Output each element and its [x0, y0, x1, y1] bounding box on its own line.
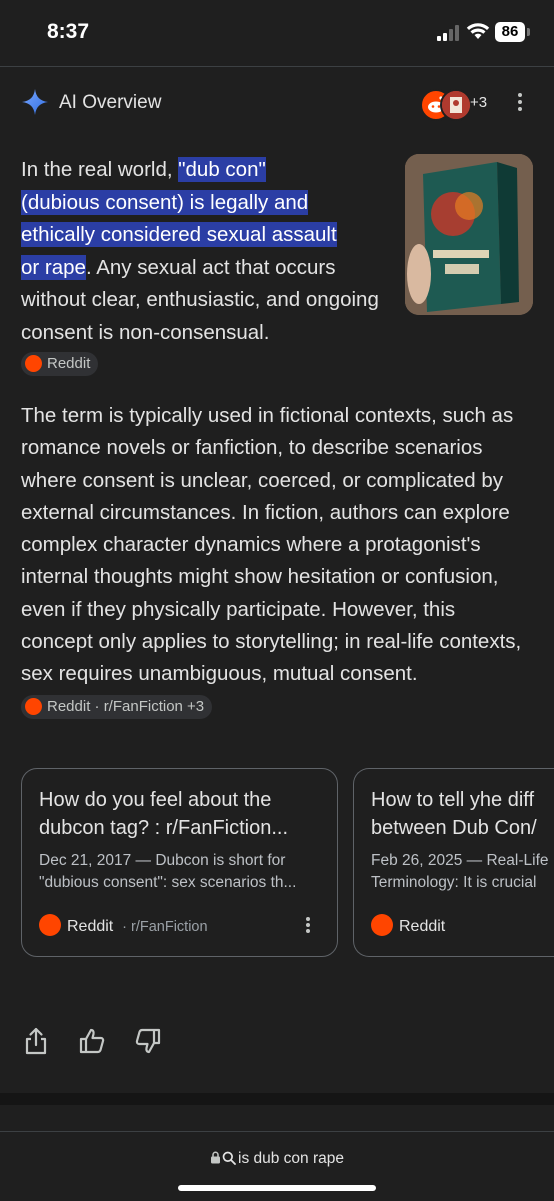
card-source: Reddit — [371, 914, 445, 936]
book-cover-image[interactable] — [405, 154, 533, 315]
card-title-line: between Dub Con/ — [371, 817, 537, 839]
card-more-options-icon[interactable] — [304, 915, 312, 937]
battery-tip — [527, 28, 530, 36]
reddit-icon — [39, 914, 61, 936]
reddit-icon — [25, 355, 42, 372]
source-card[interactable]: How to tell yhe diff between Dub Con/ Fe… — [353, 768, 554, 957]
card-source-name: Reddit — [399, 918, 446, 935]
address-bar-text[interactable]: is dub con rape — [0, 1150, 554, 1168]
reddit-icon — [25, 698, 42, 716]
overview-paragraph-2: The term is typically used in fictional … — [21, 400, 531, 723]
lock-icon — [211, 1151, 220, 1164]
reddit-icon — [371, 914, 393, 936]
highlight-text-1: "dub con" — [178, 157, 266, 182]
card-title: How do you feel about the dubcon tag? : … — [39, 786, 288, 842]
status-time: 8:37 — [47, 20, 90, 43]
overview-paragraph-1: In the real world, "dub con" (dubious con… — [21, 154, 391, 349]
card-source-name: Reddit — [67, 918, 114, 935]
more-sources-count[interactable]: +3 — [470, 94, 487, 111]
card-title-line: dubcon tag? : r/FanFiction... — [39, 817, 289, 839]
chip-label: Reddit · r/FanFiction +3 — [47, 698, 205, 716]
more-options-icon[interactable] — [512, 90, 528, 116]
highlight-text-4: or rape — [21, 254, 86, 280]
book-thumbnail-icon — [442, 91, 470, 119]
card-snippet-line: "dubious consent": sex scenarios th... — [39, 874, 297, 891]
browser-address-bar[interactable]: is dub con rape — [0, 1131, 554, 1201]
card-snippet-line: Terminology: It is crucial — [371, 874, 537, 891]
source-chip-reddit[interactable]: Reddit — [21, 352, 99, 376]
gemini-sparkle-icon — [22, 89, 48, 115]
card-source: Reddit · r/FanFiction — [39, 914, 208, 936]
battery-icon: 86 — [495, 22, 525, 42]
highlight-text-2: (dubious consent) is legally and — [21, 189, 309, 215]
section-divider — [0, 1093, 554, 1105]
wifi-icon — [466, 23, 490, 39]
card-title-line: How to tell yhe diff — [371, 789, 535, 811]
home-indicator[interactable] — [178, 1185, 376, 1191]
p1-lead: In the real world, — [21, 158, 179, 181]
chip-label: Reddit — [47, 355, 91, 372]
search-query: is dub con rape — [238, 1150, 344, 1167]
source-chip-reddit-fanfiction[interactable]: Reddit · r/FanFiction +3 — [21, 695, 213, 720]
card-snippet-line: Dec 21, 2017 — Dubcon is short for — [39, 852, 286, 869]
card-title-line: How do you feel about the — [39, 789, 272, 811]
card-snippet-line: Feb 26, 2025 — Real-Life — [371, 852, 549, 869]
ai-overview-title: AI Overview — [59, 92, 162, 113]
cellular-signal-icon — [437, 24, 463, 41]
book-photo — [405, 154, 533, 315]
top-divider — [0, 66, 554, 67]
highlight-text-3: ethically considered sexual assault — [21, 222, 337, 247]
card-subsource: · r/FanFiction — [122, 919, 208, 935]
p2-text: The term is typically used in fictional … — [21, 404, 522, 686]
status-bar: 8:37 86 — [0, 0, 554, 66]
thumbs-down-icon[interactable] — [134, 1026, 162, 1056]
thumbs-up-icon[interactable] — [78, 1026, 106, 1056]
ai-overview-header: AI Overview +3 — [22, 86, 532, 121]
card-snippet: Feb 26, 2025 — Real-Life Terminology: It… — [371, 850, 549, 894]
source-avatar-2[interactable] — [440, 89, 472, 121]
source-card[interactable]: How do you feel about the dubcon tag? : … — [21, 768, 338, 957]
share-icon[interactable] — [22, 1026, 50, 1056]
card-snippet: Dec 21, 2017 — Dubcon is short for "dubi… — [39, 850, 296, 894]
card-title: How to tell yhe diff between Dub Con/ — [371, 786, 537, 842]
search-icon — [222, 1151, 236, 1165]
